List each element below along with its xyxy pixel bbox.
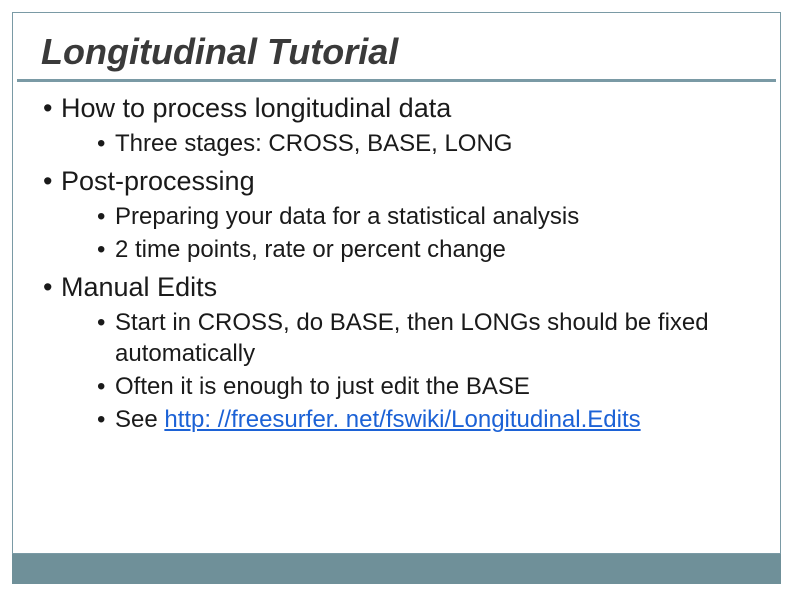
bullet-post-processing: Post-processing Preparing your data for … <box>43 165 780 265</box>
freesurfer-link[interactable]: http: //freesurfer. net/fswiki/Longitudi… <box>164 406 640 433</box>
bullet-manual-edits: Manual Edits Start in CROSS, do BASE, th… <box>43 271 780 436</box>
bullet-text: How to process longitudinal data <box>61 93 451 123</box>
sub-bullet-three-stages: Three stages: CROSS, BASE, LONG <box>97 128 780 159</box>
bullet-text: Manual Edits <box>61 272 217 302</box>
slide-title: Longitudinal Tutorial <box>17 13 776 82</box>
footer-bar <box>12 554 781 584</box>
sub-bullet-preparing-data: Preparing your data for a statistical an… <box>97 201 780 232</box>
bullet-list: How to process longitudinal data Three s… <box>13 92 780 436</box>
bullet-how-to-process: How to process longitudinal data Three s… <box>43 92 780 159</box>
bullet-text: Post-processing <box>61 166 255 196</box>
sub-list: Start in CROSS, do BASE, then LONGs shou… <box>61 307 780 436</box>
sub-list: Three stages: CROSS, BASE, LONG <box>61 128 780 159</box>
sub-bullet-edit-base: Often it is enough to just edit the BASE <box>97 371 780 402</box>
sub-list: Preparing your data for a statistical an… <box>61 201 780 265</box>
sub-bullet-start-cross: Start in CROSS, do BASE, then LONGs shou… <box>97 307 780 369</box>
see-prefix: See <box>115 406 164 433</box>
slide-frame: Longitudinal Tutorial How to process lon… <box>12 12 781 554</box>
sub-bullet-time-points: 2 time points, rate or percent change <box>97 234 780 265</box>
sub-bullet-see-link: See http: //freesurfer. net/fswiki/Longi… <box>97 404 780 435</box>
